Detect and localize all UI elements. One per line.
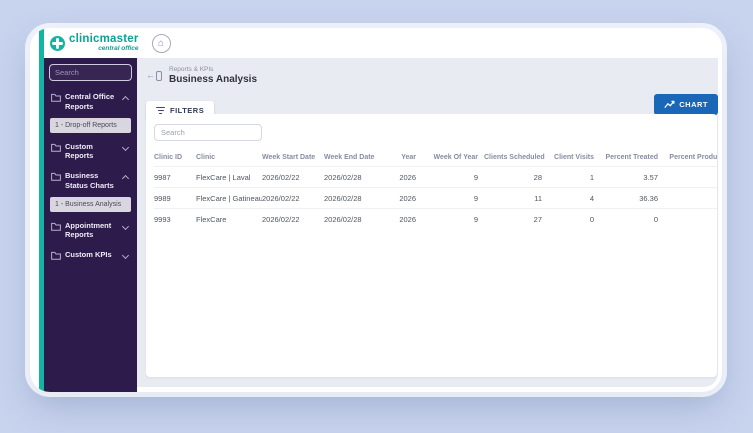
cell-clients-scheduled: 28 <box>484 166 548 188</box>
cell-client-visits: 0 <box>548 208 600 229</box>
cell-percent-production <box>664 208 717 229</box>
home-icon: ⌂ <box>158 37 165 49</box>
sidebar-item-label: Appointment Reports <box>65 220 112 240</box>
column-header-week-end-date[interactable]: Week End Date <box>324 149 384 167</box>
sidebar: Central Office Reports 1 - Drop-off Repo… <box>44 58 137 392</box>
cell-percent-treated: 3.57 <box>600 166 664 188</box>
collapse-sidebar-icon[interactable]: ← <box>146 70 162 81</box>
brand-subtitle: central office <box>98 45 139 52</box>
main-content: ← Reports & KPIs Business Analysis FILTE… <box>137 58 718 387</box>
report-table-card: Clinic ID Clinic Week Start Date Week En… <box>146 114 717 377</box>
sidebar-item-drop-off-reports[interactable]: 1 - Drop-off Reports <box>50 117 131 133</box>
cell-percent-treated: 0 <box>600 208 664 229</box>
sidebar-item-business-status-charts[interactable]: Business Status Charts <box>49 166 132 196</box>
chevron-down-icon <box>121 143 130 151</box>
column-header-percent-treated[interactable]: Percent Treated <box>600 149 664 167</box>
sidebar-item-appointment-reports[interactable]: Appointment Reports <box>49 216 132 246</box>
cell-week-end-date: 2026/02/28 <box>324 187 384 209</box>
chart-button[interactable]: CHART <box>654 94 718 115</box>
folder-icon <box>51 93 61 102</box>
cell-clients-scheduled: 27 <box>484 208 548 229</box>
cell-year: 2026 <box>384 208 422 229</box>
cell-clients-scheduled: 11 <box>484 187 548 209</box>
cell-client-visits: 1 <box>548 166 600 188</box>
sidebar-item-custom-kpis[interactable]: Custom KPIs <box>49 245 132 265</box>
sidebar-item-custom-reports[interactable]: Custom Reports <box>49 137 132 167</box>
topbar: clinicmaster central office ⌂ <box>44 28 722 58</box>
cell-week-end-date: 2026/02/28 <box>324 166 384 188</box>
folder-icon <box>51 143 61 152</box>
column-header-week-of-year[interactable]: Week Of Year <box>422 149 484 167</box>
sidebar-item-label: Custom KPIs <box>65 250 112 259</box>
column-header-client-visits[interactable]: Client Visits <box>548 149 600 167</box>
chevron-down-icon <box>121 251 130 260</box>
filter-icon <box>156 106 165 114</box>
chevron-up-icon <box>121 95 130 104</box>
table-row[interactable]: 9993 FlexCare 2026/02/22 2026/02/28 2026… <box>154 208 717 229</box>
cell-clinic-id: 9993 <box>154 208 196 229</box>
toolbar: FILTERS CHART <box>146 94 718 120</box>
sidebar-search-input[interactable] <box>49 64 132 81</box>
chart-button-label: CHART <box>679 100 708 109</box>
chevron-down-icon <box>121 222 130 230</box>
cell-week-of-year: 9 <box>422 166 484 188</box>
cell-year: 2026 <box>384 187 422 209</box>
sidebar-item-label: Business Status Charts <box>65 171 114 190</box>
home-button[interactable]: ⌂ <box>151 33 171 53</box>
column-header-year[interactable]: Year <box>384 149 422 167</box>
cell-week-start-date: 2026/02/22 <box>262 187 324 209</box>
cell-clinic-id: 9989 <box>154 187 196 209</box>
business-analysis-table: Clinic ID Clinic Week Start Date Week En… <box>154 149 717 229</box>
table-row[interactable]: 9989 FlexCare | Gatineau 2026/02/22 2026… <box>154 187 717 209</box>
column-header-week-start-date[interactable]: Week Start Date <box>262 149 324 167</box>
table-header-row: Clinic ID Clinic Week Start Date Week En… <box>154 149 717 167</box>
column-header-clients-scheduled[interactable]: Clients Scheduled <box>484 149 548 167</box>
sidebar-item-central-office-reports[interactable]: Central Office Reports <box>49 87 132 117</box>
table-search-input[interactable] <box>154 124 262 141</box>
folder-icon <box>51 222 61 231</box>
brand-name: clinicmaster <box>69 32 139 45</box>
cell-percent-treated: 36.36 <box>600 187 664 209</box>
column-header-percent-production[interactable]: Percent Production <box>664 149 717 167</box>
app-logo: clinicmaster central office <box>50 32 139 53</box>
chart-line-icon <box>664 100 675 109</box>
sidebar-item-business-analysis[interactable]: 1 - Business Analysis <box>50 196 131 212</box>
column-header-clinic[interactable]: Clinic <box>196 149 262 167</box>
chevron-up-icon <box>121 174 130 183</box>
table-row[interactable]: 9987 FlexCare | Laval 2026/02/22 2026/02… <box>154 166 717 188</box>
cell-clinic: FlexCare | Laval <box>196 166 262 188</box>
cell-percent-production <box>664 166 717 188</box>
cell-percent-production <box>664 187 717 209</box>
app-window: clinicmaster central office ⌂ Central Of… <box>30 28 722 392</box>
cell-week-end-date: 2026/02/28 <box>324 208 384 229</box>
cell-week-start-date: 2026/02/22 <box>262 208 324 229</box>
cell-client-visits: 4 <box>548 187 600 209</box>
cell-week-of-year: 9 <box>422 187 484 209</box>
cell-clinic: FlexCare | Gatineau <box>196 187 262 209</box>
breadcrumb: Reports & KPIs <box>169 66 214 73</box>
sidebar-item-label: Custom Reports <box>65 141 94 161</box>
cell-week-of-year: 9 <box>422 208 484 229</box>
page-header: ← Reports & KPIs Business Analysis <box>146 66 718 85</box>
sidebar-item-label: Central Office Reports <box>65 92 115 111</box>
column-header-clinic-id[interactable]: Clinic ID <box>154 149 196 167</box>
cell-week-start-date: 2026/02/22 <box>262 166 324 188</box>
clinicmaster-logo-icon <box>50 35 65 51</box>
cell-clinic-id: 9987 <box>154 166 196 188</box>
cell-clinic: FlexCare <box>196 208 262 229</box>
folder-icon <box>51 251 61 260</box>
page-title: Business Analysis <box>169 74 258 85</box>
cell-year: 2026 <box>384 166 422 188</box>
folder-icon <box>51 172 61 181</box>
